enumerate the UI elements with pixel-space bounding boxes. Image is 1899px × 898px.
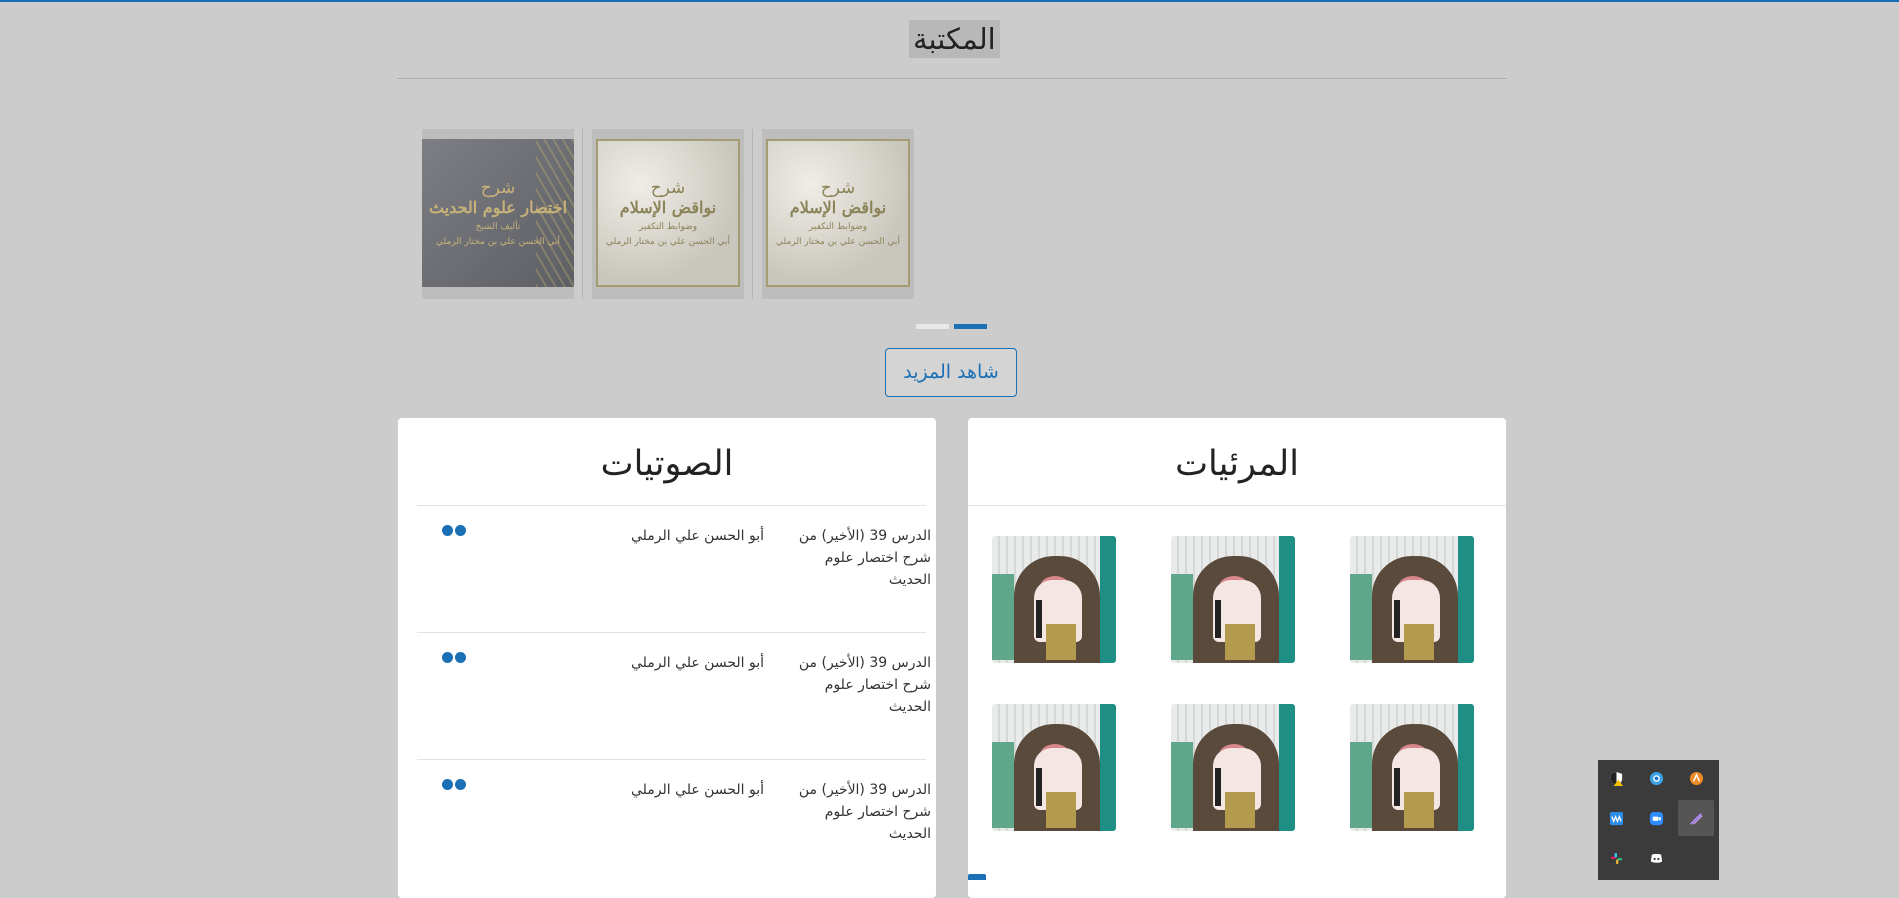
book-cover-3[interactable]: شرح اختصار علوم الحديث تأليف الشيخ أبي ا… xyxy=(422,129,574,299)
library-title: المكتبة xyxy=(909,20,1000,58)
browser-icon[interactable] xyxy=(1638,760,1674,796)
video-thumbnail[interactable] xyxy=(1350,704,1474,831)
audio-play-icon[interactable] xyxy=(442,779,466,793)
discord-icon[interactable] xyxy=(1638,840,1674,876)
book-title-prefix: شرح xyxy=(650,178,686,198)
top-accent-line xyxy=(0,0,1899,2)
audio-item-title[interactable]: الدرس 39 (الأخير) من شرح اختصار علوم الح… xyxy=(796,779,931,845)
leaf-ornament xyxy=(536,139,574,287)
security-warning-icon[interactable] xyxy=(1598,760,1634,796)
carousel-indicator-1[interactable] xyxy=(916,324,949,329)
book-divider xyxy=(752,129,753,299)
book-title: نواقض الإسلام xyxy=(789,198,887,217)
video-panel: المرئيات xyxy=(968,418,1506,898)
video-thumbnail[interactable] xyxy=(992,536,1116,663)
audio-item-author: أبو الحسن علي الرملي xyxy=(630,528,764,544)
audio-row-divider xyxy=(417,632,926,633)
slack-icon[interactable] xyxy=(1598,840,1634,876)
book-subtitle: وضوابط التكفير xyxy=(638,222,698,232)
see-more-button[interactable]: شاهد المزيد xyxy=(885,348,1017,397)
scroll-tab[interactable] xyxy=(968,874,986,880)
audio-play-icon[interactable] xyxy=(442,652,466,666)
book-title-prefix: شرح xyxy=(480,178,516,198)
video-thumbnail[interactable] xyxy=(992,704,1116,831)
audio-panel: الصوتيات الدرس 39 (الأخير) من شرح اختصار… xyxy=(398,418,936,898)
book-author: أبي الحسن علي بن مختار الرملي xyxy=(776,237,900,247)
video-thumbnail[interactable] xyxy=(1171,704,1295,831)
book-cover-2[interactable]: شرح نواقض الإسلام وضوابط التكفير أبي الح… xyxy=(592,129,744,299)
pen-icon[interactable] xyxy=(1678,800,1714,836)
system-tray-overflow xyxy=(1598,760,1719,880)
audio-item-author: أبو الحسن علي الرملي xyxy=(630,782,764,798)
book-title-prefix: شرح xyxy=(820,178,856,198)
video-thumbnail[interactable] xyxy=(1171,536,1295,663)
book-author: أبي الحسن علي بن مختار الرملي xyxy=(606,237,730,247)
zoom-icon[interactable] xyxy=(1638,800,1674,836)
audio-app-icon[interactable] xyxy=(1598,800,1634,836)
video-panel-title: المرئيات xyxy=(1175,444,1299,484)
book-cover-1[interactable]: شرح نواقض الإسلام وضوابط التكفير أبي الح… xyxy=(762,129,914,299)
audio-item-author: أبو الحسن علي الرملي xyxy=(630,655,764,671)
book-title: نواقض الإسلام xyxy=(619,198,717,217)
book-subtitle: وضوابط التكفير xyxy=(808,222,868,232)
library-divider xyxy=(397,78,1507,79)
video-thumbnail[interactable] xyxy=(1350,536,1474,663)
audio-play-icon[interactable] xyxy=(442,525,466,539)
audio-panel-title: الصوتيات xyxy=(600,444,734,484)
audio-item-title[interactable]: الدرس 39 (الأخير) من شرح اختصار علوم الح… xyxy=(796,525,931,591)
audio-row-divider xyxy=(417,759,926,760)
book-divider xyxy=(582,129,583,299)
audio-header-divider xyxy=(417,505,926,506)
book-subtitle: تأليف الشيخ xyxy=(475,222,521,232)
audio-item-title[interactable]: الدرس 39 (الأخير) من شرح اختصار علوم الح… xyxy=(796,652,931,718)
orange-app-icon[interactable] xyxy=(1678,760,1714,796)
video-header-divider xyxy=(968,505,1506,506)
carousel-indicator-2-active[interactable] xyxy=(954,324,987,329)
